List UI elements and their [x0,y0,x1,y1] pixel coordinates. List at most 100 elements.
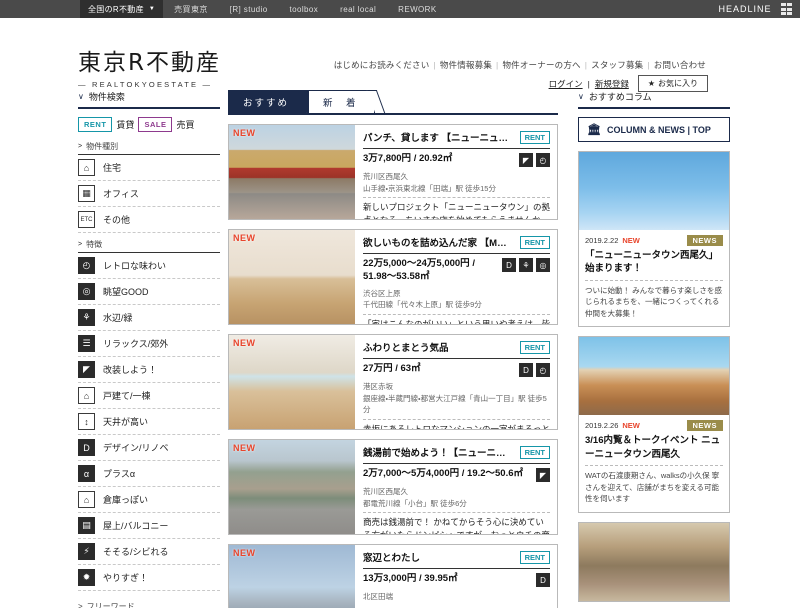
rooftop-balcony-icon: ▤ [78,517,95,534]
login-link[interactable]: ログイン [549,78,583,90]
property-title-row: 銭湯前で始めよう！【ニューニュータウン】 RENT [363,445,550,459]
tenure-rent-label[interactable]: 賃貸 [116,118,134,131]
property-access: 山手線・京浜東北線「田端」駅 徒歩15分 [363,183,496,193]
property-card[interactable]: NEW 欲しいものを詰め込んだ家 【Mサイズ】 RENT 22万5,000〜24万5,… [228,229,558,325]
property-thumbnail[interactable]: NEW [229,230,355,324]
news-thumbnail[interactable] [579,522,729,601]
sidebar-feature-7[interactable]: D デザイン/リノベ [78,435,220,461]
tab-1[interactable]: 新 着 [308,90,385,113]
global-nav-link-0[interactable]: 売買東京 [163,5,219,14]
global-nav-link-3[interactable]: real local [329,5,387,14]
property-area: 荒川区西尾久 [363,172,408,181]
renovate-icon: ◤ [78,361,95,378]
news-thumbnail[interactable] [579,152,729,230]
sidebar-feature-12[interactable]: ✹ やりすぎ！ [78,565,220,591]
property-feature-icons: D [536,573,550,587]
sidebar-feature-3[interactable]: ☰ リラックス/郊外 [78,331,220,357]
header-link-0[interactable]: はじめにお読みください [332,60,432,70]
property-price-row: 13万3,000円 / 39.95㎡ D [363,568,550,587]
property-card[interactable]: NEW 銭湯前で始めよう！【ニューニュータウン】 RENT 2万7,000〜5万4,0… [228,439,558,535]
sidebar-type-2[interactable]: ETC その他 [78,207,220,233]
news-body: 2019.2.26 NEW NEWS 3/16内覧＆トークイベント ニューニュータウン… [579,415,729,511]
sidebar-feature-label: 倉庫っぽい [103,495,149,505]
property-body: 窓辺とわたし RENT 13万3,000円 / 39.95㎡ D 北区田端 [355,545,557,608]
header-link-4[interactable]: お問い合わせ [652,60,708,70]
chevron-down-icon: ▼ [148,6,156,12]
property-card[interactable]: NEW 窓辺とわたし RENT 13万3,000円 / 39.95㎡ D 北区田端 [228,544,558,608]
header-link-1[interactable]: 物件情報募集 [438,60,494,70]
property-title[interactable]: ふわりとまとう気品 [363,340,514,354]
sidebar-feature-2[interactable]: ⚘ 水辺/緑 [78,305,220,331]
property-tenure-badge: RENT [519,550,550,564]
global-nav-right: HEADLINE [718,0,792,18]
global-nav-link-4[interactable]: REWORK [387,5,447,14]
sidebar-type-label: 住宅 [103,163,122,173]
sidebar-feature-label: 屋上/バルコニー [103,521,169,531]
property-title[interactable]: 欲しいものを詰め込んだ家 【Mサイズ】 [363,235,514,249]
sidebar-feature-8[interactable]: α プラスα [78,461,220,487]
column-news-top-label: COLUMN & NEWS | TOP [606,124,711,135]
property-meta: 港区赤坂 銀座線・半蔵門線・都営大江戸線「青山一丁目」駅 徒歩5分 [363,381,550,416]
sidebar-feature-1[interactable]: ◎ 眺望GOOD [78,279,220,305]
tenure-sale-label[interactable]: 売買 [176,118,194,131]
property-title[interactable]: 銭湯前で始めよう！【ニューニュータウン】 [363,445,514,459]
property-thumbnail[interactable]: NEW [229,545,355,608]
sidebar-type-0[interactable]: ⌂ 住宅 [78,155,220,181]
property-body: パンチ、貸します 【ニューニュータウン】 RENT 3万7,800円 / 20.92… [355,125,557,219]
property-price: 2万7,000〜5万4,000円 / 19.2〜50.6㎡ [363,468,524,479]
property-tenure-badge: RENT [519,130,550,144]
sidebar-feature-5[interactable]: ⌂ 戸建て/一棟 [78,383,220,409]
group-label: 物件種別 [86,142,119,151]
divider: | [433,60,436,70]
tag-sale[interactable]: SALE [138,117,173,132]
header-link-2[interactable]: 物件オーナーの方へ [500,60,582,70]
news-card[interactable]: 2019.2.22 NEW NEWS 「ニューニュータウン西尾久」始まります！ ついに始… [578,151,730,328]
grid-menu-icon[interactable] [780,3,792,15]
register-link[interactable]: 新規登録 [595,78,629,90]
tab-0[interactable]: おすすめ [228,90,317,113]
property-thumbnail[interactable]: NEW [229,335,355,429]
header-link-3[interactable]: スタッフ募集 [589,60,645,70]
property-thumbnail[interactable]: NEW [229,440,355,534]
global-nav-link-1[interactable]: [R] studio [219,5,279,14]
sidebar-feature-11[interactable]: ⚡ そそる/シビれる [78,539,220,565]
property-price: 22万5,000〜24万5,000円 / 51.98〜53.58㎡ [363,258,475,282]
sidebar-feature-4[interactable]: ◤ 改装しよう！ [78,357,220,383]
news-card[interactable]: 2019.2.26 NEW NEWS 3/16内覧＆トークイベント ニューニュータウン… [578,336,730,513]
site-logo[interactable]: 東京R不動産 — REALTOKYOESTATE — [78,52,221,90]
property-price-row: 2万7,000〜5万4,000円 / 19.2〜50.6㎡ ◤ [363,463,550,482]
news-title[interactable]: 「ニューニュータウン西尾久」始まります！ [585,249,723,276]
sidebar-type-1[interactable]: ▦ オフィス [78,181,220,207]
property-price-row: 3万7,800円 / 20.92㎡ ◤ ◴ [363,148,550,167]
property-thumbnail[interactable]: NEW [229,125,355,219]
property-feature-icon-1: ◴ [536,363,550,377]
favorites-button[interactable]: ★ お気に入り [637,75,708,92]
sidebar-feature-10[interactable]: ▤ 屋上/バルコニー [78,513,220,539]
column-news-top-button[interactable]: 🏛 COLUMN & NEWS | TOP [578,117,730,142]
tenure-toggle: RENT 賃貸 SALE 売買 [78,117,220,132]
header-links: はじめにお読みください | 物件情報募集 | 物件オーナーの方へ | スタッフ募集 | お問い合… [332,59,708,71]
property-card[interactable]: NEW ふわりとまとう気品 RENT 27万円 / 63㎡ D ◴ 港区赤坂 銀座線・半蔵門線… [228,334,558,430]
plus-alpha-icon: α [78,465,95,482]
news-title[interactable]: 3/16内覧＆トークイベント ニューニュータウン西尾久 [585,434,723,461]
sidebar-feature-6[interactable]: ↕ 天井が高い [78,409,220,435]
headline-link[interactable]: HEADLINE [718,4,771,14]
sidebar-feature-label: 天井が高い [103,417,149,427]
property-title[interactable]: パンチ、貸します 【ニューニュータウン】 [363,130,514,144]
property-card[interactable]: NEW パンチ、貸します 【ニューニュータウン】 RENT 3万7,800円 / 20… [228,124,558,220]
property-feature-icon-0: D [519,363,533,377]
new-badge: NEW [233,548,256,558]
news-description: WATの石渡康期さん、walksの小久保 寧さんを迎えて、店舗がまちを変える可能… [585,465,723,505]
sidebar-feature-label: やりすぎ！ [103,573,149,583]
global-nav-home[interactable]: 全国のR不動産 ▼ [80,0,164,18]
news-card[interactable] [578,521,730,602]
tag-rent[interactable]: RENT [78,117,113,132]
group-header-property-type: > 物件種別 [78,141,220,155]
property-feature-icon-0: ◤ [536,468,550,482]
news-thumbnail[interactable] [579,337,729,416]
news-new-badge: NEW [622,236,640,245]
sidebar-feature-9[interactable]: ⌂ 倉庫っぽい [78,487,220,513]
global-nav-link-2[interactable]: toolbox [279,5,330,14]
property-title[interactable]: 窓辺とわたし [363,550,514,564]
sidebar-feature-0[interactable]: ◴ レトロな味わい [78,253,220,279]
